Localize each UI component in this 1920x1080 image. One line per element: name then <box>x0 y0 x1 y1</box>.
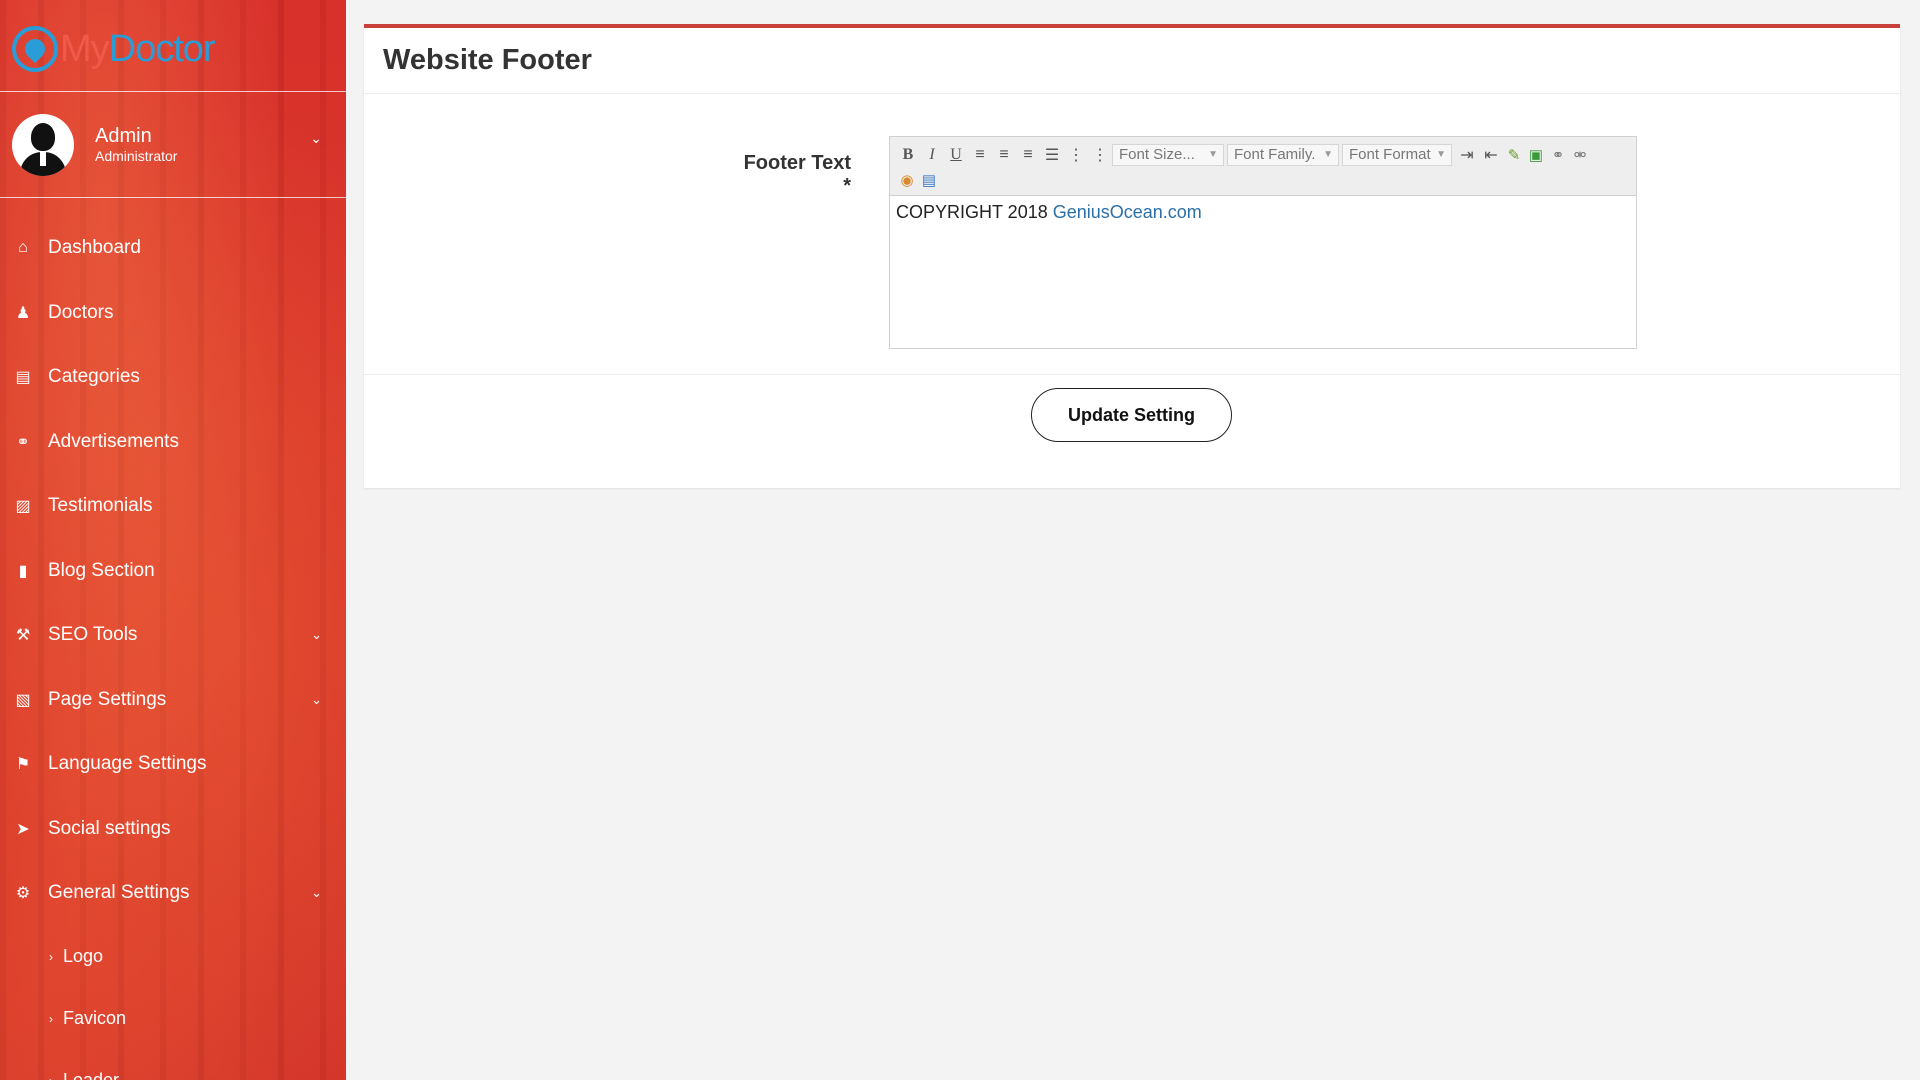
user-profile[interactable]: Admin Administrator ⌄ <box>12 114 332 176</box>
font-family-placeholder: Font Family. <box>1234 146 1316 163</box>
page-title: Website Footer <box>364 28 1900 94</box>
footer-copyright-text: COPYRIGHT 2018 <box>896 202 1053 222</box>
home-icon: ⌂ <box>18 239 28 257</box>
unordered-list-icon[interactable]: ⋮ <box>1088 144 1112 166</box>
sidebar-item-language-settings[interactable]: ⚑ Language Settings <box>0 732 346 797</box>
chevron-down-icon: ⌄ <box>311 885 322 901</box>
caret-down-icon: ▼ <box>1323 149 1333 160</box>
align-right-icon[interactable]: ≡ <box>1016 144 1040 166</box>
unlink-icon[interactable]: ⚮ <box>1569 145 1591 165</box>
editor-content-area[interactable]: COPYRIGHT 2018 GeniusOcean.com <box>890 196 1636 229</box>
sidebar-item-label: Social settings <box>48 817 171 839</box>
indent-icon[interactable]: ⇥ <box>1455 144 1479 166</box>
sidebar-subitem-loader[interactable]: › Loader <box>0 1050 346 1080</box>
language-icon: ⚑ <box>15 756 31 774</box>
divider <box>364 374 1900 375</box>
clipboard-icon: ▤ <box>15 369 31 387</box>
bold-icon[interactable]: B <box>896 144 920 166</box>
user-info: Admin Administrator <box>95 125 177 165</box>
toggle-html-icon[interactable]: ▤ <box>918 170 940 190</box>
sidebar-item-page-settings[interactable]: ▧ Page Settings ⌄ <box>0 668 346 733</box>
chevron-right-icon: › <box>49 949 53 964</box>
update-setting-button[interactable]: Update Setting <box>1031 388 1232 442</box>
sidebar-item-label: General Settings <box>48 882 190 904</box>
sidebar-nav: ⌂ Dashboard ♟ Doctors ▤ Categories ⚭ Adv… <box>0 216 346 1080</box>
sidebar-item-categories[interactable]: ▤ Categories <box>0 345 346 410</box>
sidebar-item-general-settings[interactable]: ⚙ General Settings ⌄ <box>0 861 346 926</box>
divider <box>0 91 346 92</box>
font-format-placeholder: Font Format <box>1349 146 1431 163</box>
font-size-select[interactable]: Font Size... ▼ <box>1112 143 1224 166</box>
avatar <box>12 114 74 176</box>
text-color-icon[interactable]: ◉ <box>896 170 918 190</box>
align-left-icon[interactable]: ≡ <box>968 144 992 166</box>
sidebar-item-label: SEO Tools <box>48 624 138 646</box>
sidebar-subitem-label: Favicon <box>63 1008 127 1028</box>
sidebar-item-label: Dashboard <box>48 237 141 259</box>
insert-image-icon[interactable]: ▣ <box>1525 145 1547 165</box>
user-role: Administrator <box>95 148 178 164</box>
sidebar-item-label: Testimonials <box>48 495 153 517</box>
sidebar-subitem-label: Logo <box>63 946 104 966</box>
sidebar-item-label: Doctors <box>48 301 114 323</box>
logo-text-part1: My <box>60 27 110 70</box>
logo-mark-icon <box>12 26 58 72</box>
link-icon: ⚭ <box>16 433 30 451</box>
chevron-down-icon[interactable]: ⌄ <box>310 130 322 147</box>
file-code-icon: ▧ <box>15 691 31 709</box>
chevron-down-icon: ⌄ <box>311 627 322 643</box>
user-name: Admin <box>95 125 152 147</box>
footer-link[interactable]: GeniusOcean.com <box>1053 202 1202 222</box>
underline-icon[interactable]: U <box>944 144 968 166</box>
wrench-icon: ⚒ <box>15 627 31 645</box>
sidebar-item-dashboard[interactable]: ⌂ Dashboard <box>0 216 346 281</box>
edit-html-icon[interactable]: ✎ <box>1503 145 1525 165</box>
font-family-select[interactable]: Font Family. ▼ <box>1227 143 1339 166</box>
ordered-list-icon[interactable]: ⋮ <box>1064 144 1088 166</box>
insert-link-icon[interactable]: ⚭ <box>1547 145 1569 165</box>
sidebar-item-label: Categories <box>48 366 140 388</box>
sidebar-item-label: Advertisements <box>48 430 179 452</box>
paper-plane-icon: ➤ <box>16 820 30 838</box>
sidebar-item-social-settings[interactable]: ➤ Social settings <box>0 797 346 862</box>
cogs-icon: ⚙ <box>15 885 31 903</box>
editor-toolbar: B I U ≡ ≡ ≡ ☰ ⋮ ⋮ Font Size... ▼ Font Fam… <box>890 137 1636 196</box>
sidebar-item-advertisements[interactable]: ⚭ Advertisements <box>0 410 346 475</box>
file-icon: ▮ <box>18 562 28 580</box>
chevron-right-icon: › <box>49 1074 53 1080</box>
caret-down-icon: ▼ <box>1436 149 1446 160</box>
user-md-icon: ♟ <box>15 304 31 322</box>
sidebar-item-doctors[interactable]: ♟ Doctors <box>0 281 346 346</box>
font-format-select[interactable]: Font Format ▼ <box>1342 143 1452 166</box>
chevron-right-icon: › <box>49 1011 53 1026</box>
divider <box>0 197 346 198</box>
rich-text-editor[interactable]: B I U ≡ ≡ ≡ ☰ ⋮ ⋮ Font Size... ▼ Font Fam… <box>889 136 1637 349</box>
chevron-down-icon: ⌄ <box>311 691 322 707</box>
outdent-icon[interactable]: ⇤ <box>1479 144 1503 166</box>
sidebar-item-label: Blog Section <box>48 559 155 581</box>
settings-panel: Website Footer Footer Text * B I U ≡ ≡ ≡… <box>364 24 1900 488</box>
sidebar-subitem-favicon[interactable]: › Favicon <box>0 988 346 1050</box>
sidebar-item-blog-section[interactable]: ▮ Blog Section <box>0 539 346 604</box>
sidebar-subitem-label: Loader <box>63 1070 120 1080</box>
sidebar: MyDoctor Admin Administrator ⌄ ⌂ Dashboa… <box>0 0 346 1080</box>
align-center-icon[interactable]: ≡ <box>992 144 1016 166</box>
logo-text: MyDoctor <box>60 27 216 71</box>
sidebar-item-label: Language Settings <box>48 753 207 775</box>
logo-text-part2: Doctor <box>108 27 216 70</box>
caret-down-icon: ▼ <box>1208 149 1218 160</box>
sidebar-item-testimonials[interactable]: ▨ Testimonials <box>0 474 346 539</box>
sidebar-item-label: Page Settings <box>48 688 167 710</box>
sidebar-item-seo-tools[interactable]: ⚒ SEO Tools ⌄ <box>0 603 346 668</box>
align-justify-icon[interactable]: ☰ <box>1040 144 1064 166</box>
italic-icon[interactable]: I <box>920 144 944 166</box>
logo[interactable]: MyDoctor <box>12 24 216 74</box>
image-icon: ▨ <box>15 498 31 516</box>
footer-text-label: Footer Text * <box>743 152 851 197</box>
font-size-placeholder: Font Size... <box>1119 146 1195 163</box>
sidebar-subitem-logo[interactable]: › Logo <box>0 926 346 988</box>
